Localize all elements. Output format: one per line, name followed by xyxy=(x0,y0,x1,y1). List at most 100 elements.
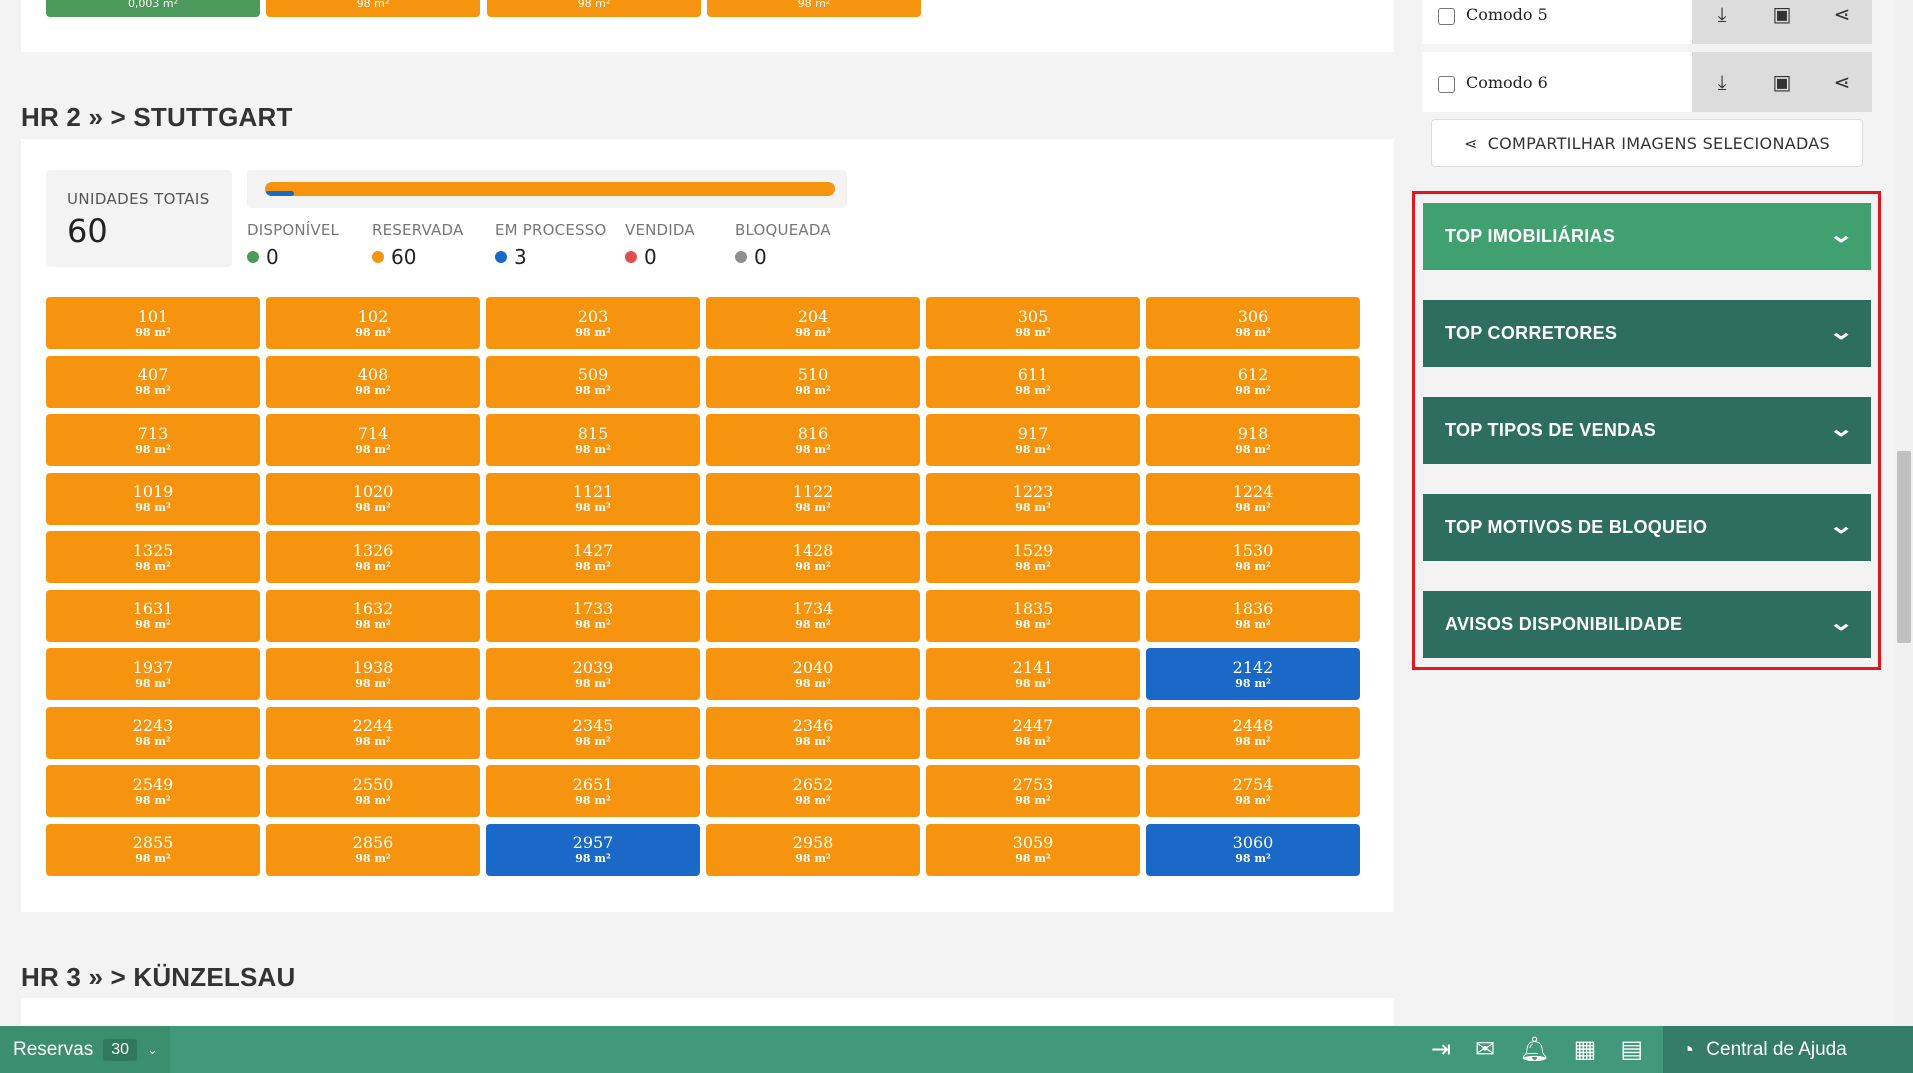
help-center-button[interactable]: ◔ Central de Ajuda xyxy=(1663,1026,1913,1073)
unit-cell[interactable]: 305 98 m² xyxy=(926,297,1140,349)
unit-cell[interactable]: 407 98 m² xyxy=(46,355,260,408)
unit-cell[interactable]: 918 98 m² xyxy=(1146,414,1360,466)
unit-cell[interactable]: 2040 98 m² xyxy=(706,648,920,700)
unit-cell[interactable]: 3060 98 m² xyxy=(1146,823,1360,876)
unit-cell[interactable]: 2039 98 m² xyxy=(486,648,700,700)
calculator-icon[interactable]: ▤ xyxy=(1620,1035,1643,1064)
unit-cell[interactable]: 1733 98 m² xyxy=(486,589,700,642)
unit-cell[interactable]: 306 98 m² xyxy=(1146,297,1360,349)
unit-cell[interactable]: 1224 98 m² xyxy=(1146,472,1360,525)
unit-cell[interactable]: 1020 98 m² xyxy=(266,472,480,525)
unit-cell[interactable]: 2550 98 m² xyxy=(266,765,480,817)
accordion-top-tipos-de-vendas[interactable]: TOP TIPOS DE VENDAS ⌄ xyxy=(1423,397,1871,464)
unit-cell[interactable]: 1734 98 m² xyxy=(706,589,920,642)
unit-cell[interactable]: 1121 98 m² xyxy=(486,472,700,525)
unit-cell[interactable]: 612 98 m² xyxy=(1146,355,1360,408)
unit-cell[interactable]: 1530 98 m² xyxy=(1146,531,1360,583)
unit-cell[interactable]: 2345 98 m² xyxy=(486,706,700,759)
unit-cell[interactable]: 102 98 m² xyxy=(266,297,480,349)
unit-cell[interactable]: 1326 98 m² xyxy=(266,531,480,583)
unit-cell[interactable]: 2448 98 m² xyxy=(1146,706,1360,759)
unit-cell[interactable]: 2958 98 m² xyxy=(706,823,920,876)
unit-cell[interactable]: 1631 98 m² xyxy=(46,589,260,642)
download-icon[interactable]: ⤓ xyxy=(1702,70,1742,94)
share-icon[interactable]: ⋖ xyxy=(1822,2,1862,26)
unit-cell[interactable]: 2651 98 m² xyxy=(486,765,700,817)
unit-number: 2856 xyxy=(352,833,394,852)
room-checkbox[interactable] xyxy=(1438,8,1455,25)
image-icon[interactable]: ▣ xyxy=(1762,2,1802,26)
stat-value-row: 3 xyxy=(495,245,606,269)
unit-cell[interactable]: 1427 98 m² xyxy=(486,531,700,583)
unit-number: 918 xyxy=(1237,423,1269,443)
unit-cell[interactable]: 1019 98 m² xyxy=(46,472,260,525)
accordion-top-imobiliárias[interactable]: TOP IMOBILIÁRIAS ⌄ xyxy=(1423,203,1871,270)
accordion-top-motivos-de-bloqueio[interactable]: TOP MOTIVOS DE BLOQUEIO ⌄ xyxy=(1423,494,1871,561)
unit-cell[interactable]: 1632 98 m² xyxy=(266,589,480,642)
unit-cell[interactable]: 203 98 m² xyxy=(486,297,700,349)
accordion-top-corretores[interactable]: TOP CORRETORES ⌄ xyxy=(1423,300,1871,367)
unit-cell[interactable]: 2447 98 m² xyxy=(926,706,1140,759)
unit-number: 3060 xyxy=(1232,833,1274,852)
unit-cell[interactable]: 408 98 m² xyxy=(266,355,480,408)
calendar-icon[interactable]: ▦ xyxy=(1574,1035,1597,1064)
unit-cell[interactable]: 714 98 m² xyxy=(266,414,480,466)
logout-icon[interactable]: ⇥ xyxy=(1431,1035,1451,1064)
unit-cell[interactable]: 2549 98 m² xyxy=(46,765,260,817)
unit-cell[interactable]: 1937 98 m² xyxy=(46,648,260,700)
unit-cell[interactable]: 2855 98 m² xyxy=(46,823,260,876)
unit-number: 1836 xyxy=(1232,599,1274,618)
unit-cell[interactable]: 1122 98 m² xyxy=(706,472,920,525)
unit-number: 1223 xyxy=(1012,482,1054,501)
mail-star-icon[interactable]: ✉ xyxy=(1475,1035,1495,1064)
unit-cell[interactable]: 204 98 m² xyxy=(706,297,920,349)
unit-cell[interactable]: 1835 98 m² xyxy=(926,589,1140,642)
unit-cell[interactable]: 713 98 m² xyxy=(46,414,260,466)
unit-number: 1019 xyxy=(132,482,174,501)
unit-cell[interactable]: 815 98 m² xyxy=(486,414,700,466)
unit-cell[interactable]: 1223 98 m² xyxy=(926,472,1140,525)
unit-cell[interactable]: 510 98 m² xyxy=(706,355,920,408)
scrollbar-thumb[interactable] xyxy=(1897,451,1911,643)
unit-cell[interactable]: 2243 98 m² xyxy=(46,706,260,759)
unit-number: 408 xyxy=(357,365,389,384)
unit-cell[interactable]: 2244 98 m² xyxy=(266,706,480,759)
unit-cell[interactable]: 2753 98 m² xyxy=(926,765,1140,817)
unit-cell[interactable]: 98 m² xyxy=(266,0,480,17)
unit-cell[interactable]: 2957 98 m² xyxy=(486,823,700,876)
unit-cell[interactable]: 611 98 m² xyxy=(926,355,1140,408)
share-icon[interactable]: ⋖ xyxy=(1822,70,1862,94)
bell-icon[interactable]: 🔔︎ xyxy=(1519,1035,1549,1064)
unit-cell[interactable]: 3059 98 m² xyxy=(926,823,1140,876)
share-selected-images-button[interactable]: ⋖ COMPARTILHAR IMAGENS SELECIONADAS xyxy=(1431,119,1863,167)
unit-cell[interactable]: 101 98 m² xyxy=(46,297,260,349)
unit-area: 98 m² xyxy=(575,442,611,456)
stat-value: 0 xyxy=(266,245,279,269)
unit-area: 98 m² xyxy=(575,852,611,865)
unit-cell[interactable]: 509 98 m² xyxy=(486,355,700,408)
unit-cell[interactable]: 1529 98 m² xyxy=(926,531,1140,583)
unit-cell[interactable]: 2346 98 m² xyxy=(706,706,920,759)
unit-cell[interactable]: 2142 98 m² xyxy=(1146,648,1360,700)
unit-cell[interactable]: 2754 98 m² xyxy=(1146,765,1360,817)
unit-cell[interactable]: 917 98 m² xyxy=(926,414,1140,466)
unit-cell[interactable]: 1938 98 m² xyxy=(266,648,480,700)
room-checkbox[interactable] xyxy=(1438,76,1455,93)
download-icon[interactable]: ⤓ xyxy=(1702,2,1742,26)
unit-cell[interactable]: 2652 98 m² xyxy=(706,765,920,817)
unit-cell[interactable]: 1836 98 m² xyxy=(1146,589,1360,642)
stat-value-row: 0 xyxy=(735,245,831,269)
image-icon[interactable]: ▣ xyxy=(1762,70,1802,94)
unit-cell[interactable]: 2856 98 m² xyxy=(266,823,480,876)
unit-cell[interactable]: 1325 98 m² xyxy=(46,531,260,583)
scrollbar[interactable] xyxy=(1895,0,1913,1026)
unit-cell[interactable]: 1428 98 m² xyxy=(706,531,920,583)
unit-cell[interactable]: 98 m² xyxy=(487,0,701,17)
unit-cell[interactable]: 0,003 m² xyxy=(46,0,260,17)
unit-cell[interactable]: 98 m² xyxy=(707,0,921,17)
unit-cell[interactable]: 816 98 m² xyxy=(706,414,920,466)
reservas-toggle[interactable]: Reservas 30 ⌄ xyxy=(0,1026,170,1073)
unit-cell[interactable]: 2141 98 m² xyxy=(926,648,1140,700)
accordion-avisos-disponibilidade[interactable]: AVISOS DISPONIBILIDADE ⌄ xyxy=(1423,591,1871,658)
accordion-label: TOP MOTIVOS DE BLOQUEIO xyxy=(1445,517,1708,537)
